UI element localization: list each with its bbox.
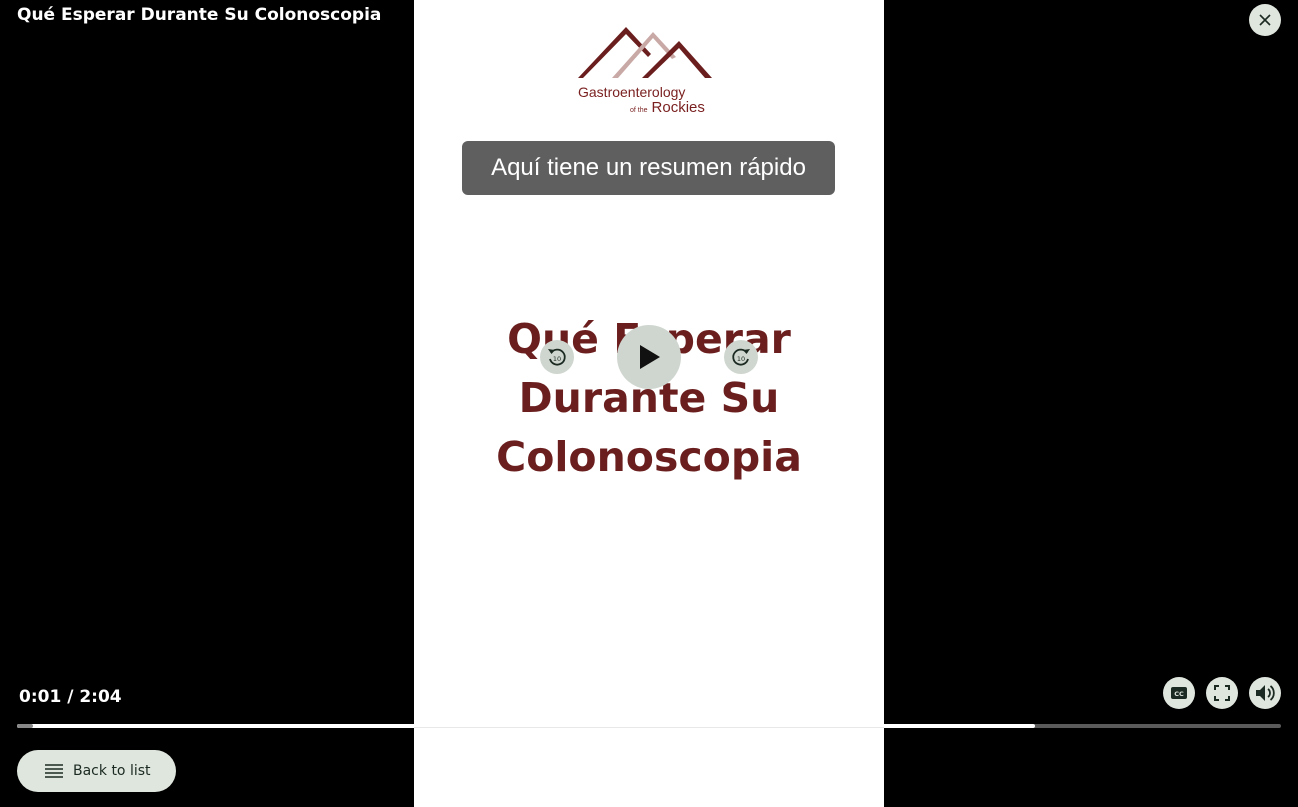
fullscreen-button[interactable]	[1206, 677, 1238, 709]
volume-icon	[1256, 685, 1275, 701]
progress-start-marker	[17, 724, 33, 728]
rewind-10-button[interactable]: 10	[540, 340, 574, 374]
page-title: Qué Esperar Durante Su Colonoscopia	[17, 5, 382, 25]
back-to-list-label: Back to list	[73, 763, 151, 779]
closed-captions-icon: CC	[1171, 687, 1187, 699]
forward-10-button[interactable]: 10	[724, 340, 758, 374]
volume-button[interactable]	[1249, 677, 1281, 709]
caption-overlay: Aquí tiene un resumen rápido	[462, 141, 835, 195]
play-button[interactable]	[617, 325, 681, 389]
logo-text-line2: of the Rockies	[630, 99, 705, 116]
closed-captions-button[interactable]: CC	[1163, 677, 1195, 709]
close-button[interactable]	[1249, 4, 1281, 36]
forward-10-label: 10	[737, 355, 745, 363]
close-icon	[1259, 14, 1271, 26]
rewind-10-icon: 10	[548, 348, 566, 366]
divider	[414, 727, 884, 728]
logo-text-line1: Gastroenterology	[578, 84, 686, 100]
rewind-10-label: 10	[553, 355, 561, 363]
play-icon	[640, 345, 660, 369]
svg-text:CC: CC	[1174, 690, 1184, 698]
logo-text-of-the: of the	[630, 107, 648, 114]
time-display: 0:01 / 2:04	[19, 687, 122, 707]
logo-text-rockies: Rockies	[651, 99, 705, 116]
video-player[interactable]: Gastroenterology of the Rockies Aquí tie…	[414, 0, 884, 807]
back-to-list-button[interactable]: Back to list	[17, 750, 176, 792]
list-icon	[45, 764, 63, 778]
fullscreen-icon	[1214, 685, 1230, 701]
video-title-line: Colonoscopia	[496, 433, 802, 481]
mountains-logo-icon	[578, 27, 712, 78]
forward-10-icon: 10	[732, 348, 750, 366]
practice-logo: Gastroenterology of the Rockies	[578, 24, 716, 119]
